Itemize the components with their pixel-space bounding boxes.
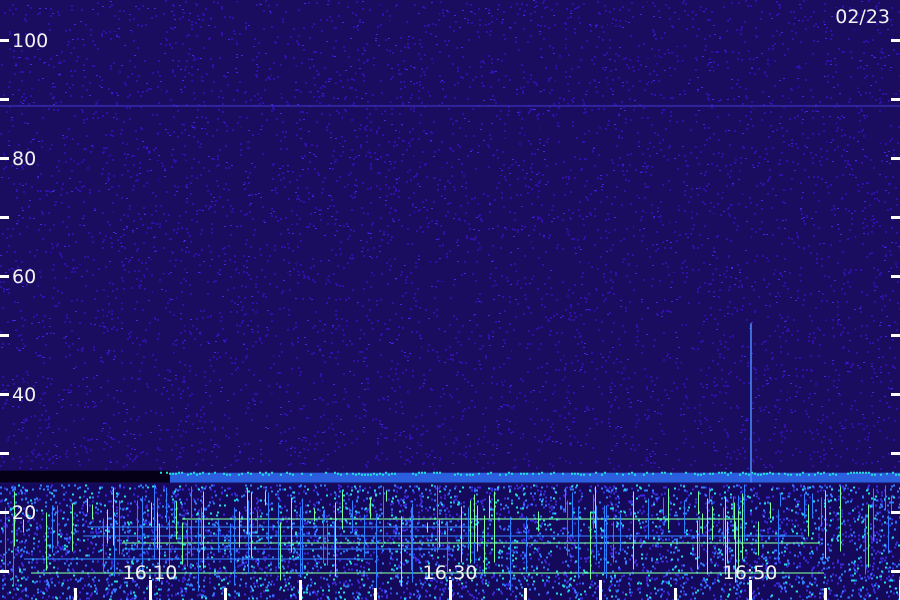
- y-tick-right: [891, 275, 900, 278]
- y-tick-right: [891, 511, 900, 514]
- y-tick-left: [0, 275, 9, 278]
- x-tick-minor: [224, 588, 227, 600]
- interference-line: [123, 548, 454, 550]
- y-tick-right: [891, 570, 900, 573]
- x-tick-minor: [524, 588, 527, 600]
- x-tick-label: 16:10: [123, 562, 178, 584]
- y-tick-right: [891, 393, 900, 396]
- x-tick-major: [599, 580, 602, 600]
- y-tick-left: [0, 98, 9, 101]
- x-tick-minor: [824, 588, 827, 600]
- interference-line: [88, 526, 476, 528]
- y-tick-left: [0, 157, 9, 160]
- vertical-streak: [750, 323, 752, 483]
- y-tick-right: [891, 157, 900, 160]
- y-tick-left: [0, 334, 9, 337]
- y-tick-left: [0, 452, 9, 455]
- x-tick-major: [299, 580, 302, 600]
- y-tick-label: 60: [12, 266, 36, 288]
- y-tick-left: [0, 216, 9, 219]
- faint-horizontal-line: [0, 104, 900, 107]
- y-tick-right: [891, 39, 900, 42]
- date-label: 02/23: [835, 6, 890, 28]
- x-tick-minor: [74, 588, 77, 600]
- y-tick-label: 80: [12, 148, 36, 170]
- y-tick-left: [0, 39, 9, 42]
- y-tick-right: [891, 216, 900, 219]
- x-tick-minor: [374, 588, 377, 600]
- y-tick-left: [0, 393, 9, 396]
- spectrogram-chart: 20 40 60 80 100 16:10 16:30 16:50 02/23: [0, 0, 900, 600]
- x-tick-label: 16:30: [423, 562, 478, 584]
- y-tick-left: [0, 511, 9, 514]
- y-tick-right: [891, 334, 900, 337]
- x-tick-label: 16:50: [723, 562, 778, 584]
- x-tick-minor: [674, 588, 677, 600]
- y-tick-left: [0, 570, 9, 573]
- y-tick-right: [891, 98, 900, 101]
- y-tick-label: 100: [12, 30, 48, 52]
- y-tick-label: 20: [12, 502, 36, 524]
- noise-floor-dark-band: [0, 470, 170, 483]
- y-tick-label: 40: [12, 384, 36, 406]
- y-tick-right: [891, 452, 900, 455]
